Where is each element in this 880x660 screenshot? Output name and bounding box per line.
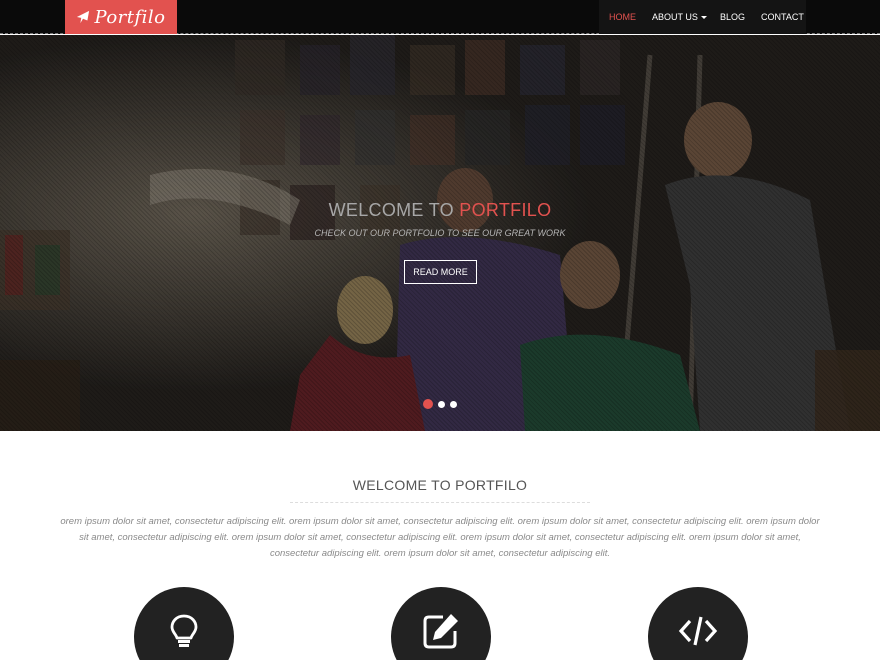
hero-title: WELCOME TO PORTFILO (0, 200, 880, 221)
brand-logo[interactable]: Portfilo (65, 0, 177, 34)
feature-circle-code (648, 587, 748, 660)
navbar: Portfilo HOME ABOUT US BLOG CONTACT (0, 0, 880, 34)
welcome-heading: WELCOME TO PORTFILO (352, 477, 528, 493)
welcome-divider (290, 502, 590, 503)
brand-name: Portfilo (94, 6, 166, 28)
hero-title-prefix: WELCOME TO (328, 200, 454, 220)
slider-dot-3[interactable] (450, 400, 457, 408)
feature-circle-edit (391, 587, 491, 660)
slider-dots (423, 399, 462, 409)
edit-icon (423, 614, 458, 649)
hero-title-accent: PORTFILO (459, 200, 552, 220)
nav-item-home[interactable]: HOME (609, 0, 636, 34)
paper-plane-icon (77, 10, 90, 24)
nav-item-about-us[interactable]: ABOUT US (652, 0, 707, 34)
slider-dot-2[interactable] (438, 400, 445, 408)
welcome-text: orem ipsum dolor sit amet, consectetur a… (60, 516, 820, 559)
read-more-button[interactable]: READ MORE (404, 260, 477, 284)
slider-dot-1[interactable] (423, 399, 433, 409)
hero-subtitle: CHECK OUT OUR PORTFOLIO TO SEE OUR GREAT… (314, 228, 566, 238)
nav-item-about-us-label: ABOUT US (652, 12, 698, 22)
code-icon (678, 616, 718, 646)
lightbulb-icon (170, 614, 198, 647)
hero-slider: WELCOME TO PORTFILO CHECK OUT OUR PORTFO… (0, 35, 880, 431)
nav-item-blog[interactable]: BLOG (720, 0, 745, 34)
nav-item-contact[interactable]: CONTACT (761, 0, 804, 34)
feature-circle-idea (134, 587, 234, 660)
caret-down-icon (700, 16, 707, 20)
